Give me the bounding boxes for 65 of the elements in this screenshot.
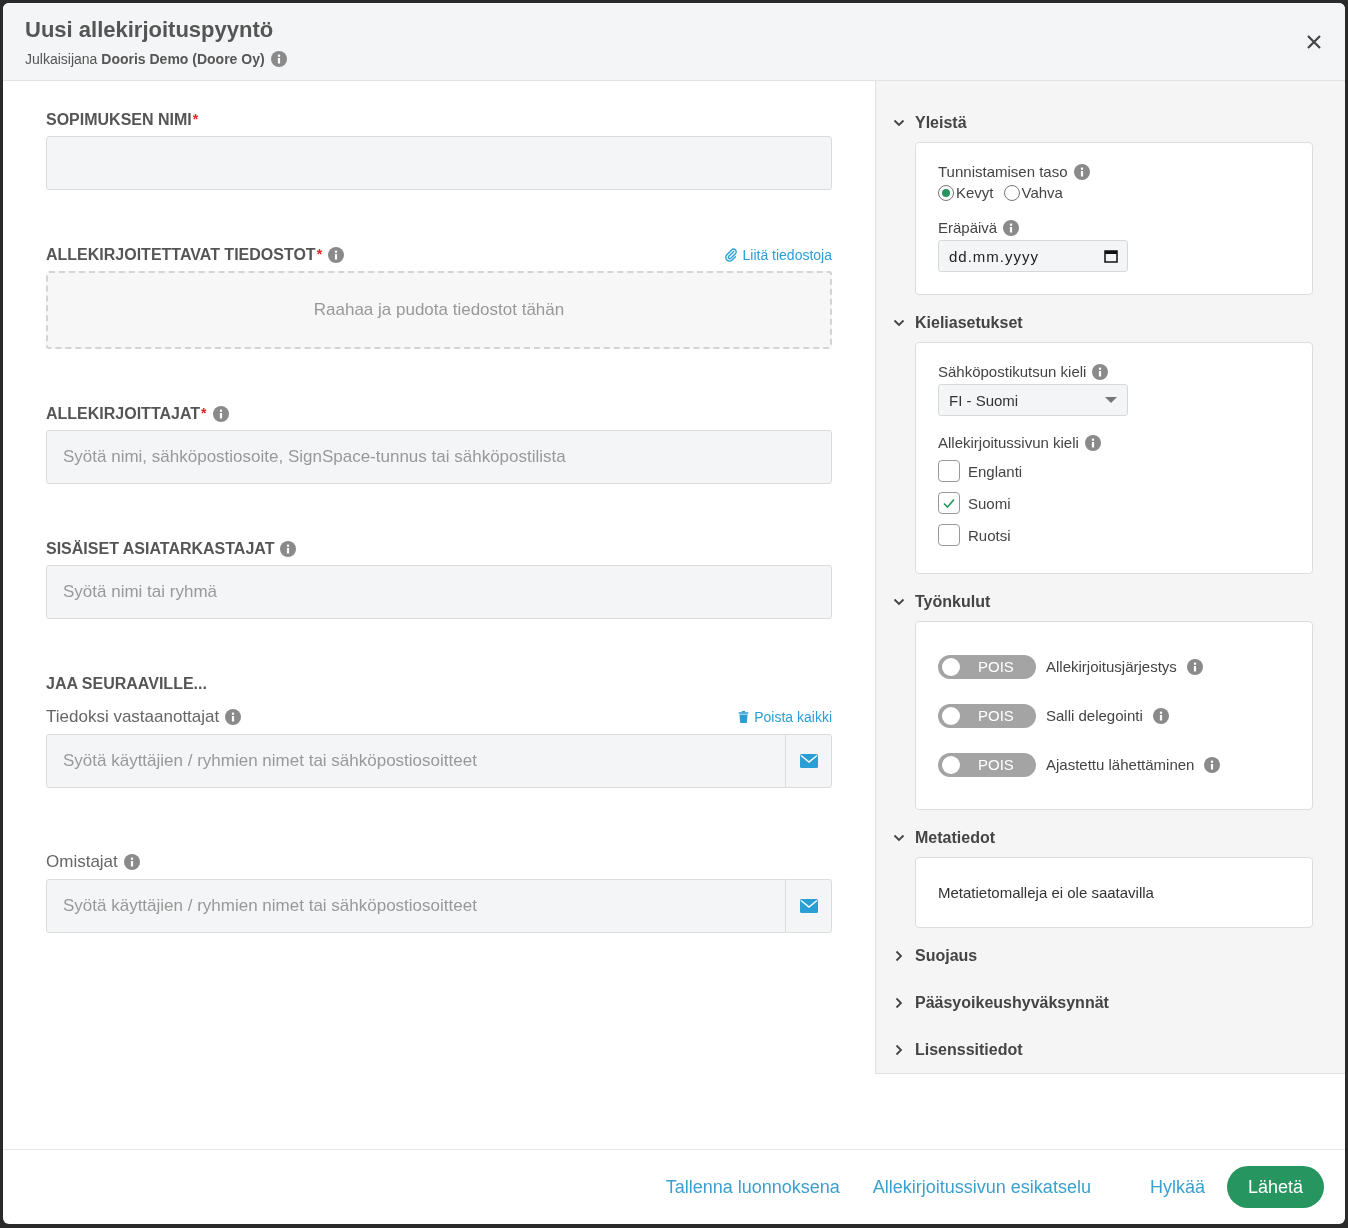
dropdown-caret-icon	[1105, 397, 1117, 403]
toggle-label: Salli delegointi	[1046, 707, 1143, 724]
info-icon[interactable]	[1073, 163, 1090, 180]
info-icon[interactable]	[1084, 434, 1101, 451]
info-icon[interactable]	[1003, 219, 1020, 236]
field-label: Eräpäivä	[938, 219, 998, 236]
recipients-input-field[interactable]: Syötä käyttäjien / ryhmien nimet tai sähköpostiosoitteet	[46, 879, 786, 933]
field-label: Omistajat	[46, 852, 118, 872]
toggle-label: Ajastettu lähettäminen	[1046, 756, 1195, 773]
radio-option[interactable]: Kevyt	[938, 184, 994, 201]
info-icon[interactable]	[123, 854, 140, 870]
trash-icon	[737, 710, 751, 724]
checkbox-label[interactable]: Englanti	[968, 462, 1023, 480]
section-toggle[interactable]: Työnkulut	[893, 590, 1313, 614]
checkbox[interactable]	[938, 524, 960, 546]
info-icon[interactable]	[328, 247, 345, 263]
email-button[interactable]	[785, 879, 832, 933]
field-label: ALLEKIRJOITTAJAT	[46, 405, 201, 423]
checkbox-label[interactable]: Suomi	[968, 494, 1011, 512]
text-input-field[interactable]: Syötä nimi, sähköpostiosoite, SignSpace-tunnus tai sähköpostilista	[46, 430, 832, 484]
empty-note: Metatietomalleja ei ole saatavilla	[938, 884, 1155, 901]
dialog-title: Uusi allekirjoituspyyntö	[25, 16, 275, 43]
info-icon[interactable]	[225, 709, 242, 725]
info-icon[interactable]	[1186, 658, 1203, 675]
send-button[interactable]: Lähetä	[1226, 1166, 1324, 1208]
text-input-field[interactable]: Syötä nimi tai ryhmä	[46, 565, 832, 619]
checkbox[interactable]	[938, 460, 960, 482]
section-toggle[interactable]: Lisenssitiedot	[893, 1038, 1313, 1062]
calendar-icon[interactable]	[1104, 249, 1118, 263]
required-mark: *	[192, 111, 199, 127]
field-label: Sähköpostikutsun kieli	[938, 363, 1087, 380]
envelope-icon	[799, 899, 818, 913]
field-label: Allekirjoitussivun kieli	[938, 434, 1079, 451]
field-label: Tiedoksi vastaanottajat	[46, 707, 220, 727]
radio-option[interactable]: Vahva	[1003, 184, 1063, 201]
section-toggle[interactable]: Metatiedot	[893, 826, 1313, 850]
checkbox-label[interactable]: Ruotsi	[968, 526, 1011, 544]
section-toggle[interactable]: Yleistä	[893, 111, 1313, 135]
info-icon[interactable]	[1152, 707, 1169, 724]
field-label: SOPIMUKSEN NIMI	[46, 111, 192, 129]
checkmark-icon	[942, 496, 956, 510]
text-input-field[interactable]	[46, 136, 832, 190]
info-icon[interactable]	[212, 406, 229, 422]
envelope-icon	[799, 754, 818, 768]
info-icon[interactable]	[280, 541, 297, 557]
required-mark: *	[316, 246, 323, 262]
checkbox[interactable]	[938, 492, 960, 514]
field-label: SISÄISET ASIATARKASTAJAT	[46, 540, 275, 558]
recipients-input-field[interactable]: Syötä käyttäjien / ryhmien nimet tai sähköpostiosoitteet	[46, 734, 786, 788]
toggle-label: Allekirjoitusjärjestys	[1046, 658, 1177, 675]
field-label: ALLEKIRJOITETTAVAT TIEDOSTOT	[46, 246, 316, 264]
field-label: Tunnistamisen taso	[938, 163, 1068, 180]
required-mark: *	[201, 405, 207, 421]
info-icon[interactable]	[1092, 363, 1109, 380]
paperclip-icon	[724, 248, 739, 262]
date-field[interactable]: dd.mm.yyyy	[938, 240, 1128, 272]
section-heading: JAA SEURAAVILLE...	[46, 675, 207, 692]
publisher-text: Julkaisijana Dooris Demo (Doore Oy)	[25, 50, 265, 67]
info-icon[interactable]	[1204, 756, 1221, 773]
info-icon[interactable]	[270, 50, 287, 67]
email-button[interactable]	[785, 734, 832, 788]
section-toggle[interactable]: Suojaus	[893, 944, 1313, 968]
language-dropdown[interactable]: FI - Suomi	[938, 384, 1128, 416]
section-toggle[interactable]: Kieliasetukset	[893, 311, 1313, 335]
section-toggle[interactable]: Pääsyoikeushyväksynnät	[893, 991, 1313, 1015]
